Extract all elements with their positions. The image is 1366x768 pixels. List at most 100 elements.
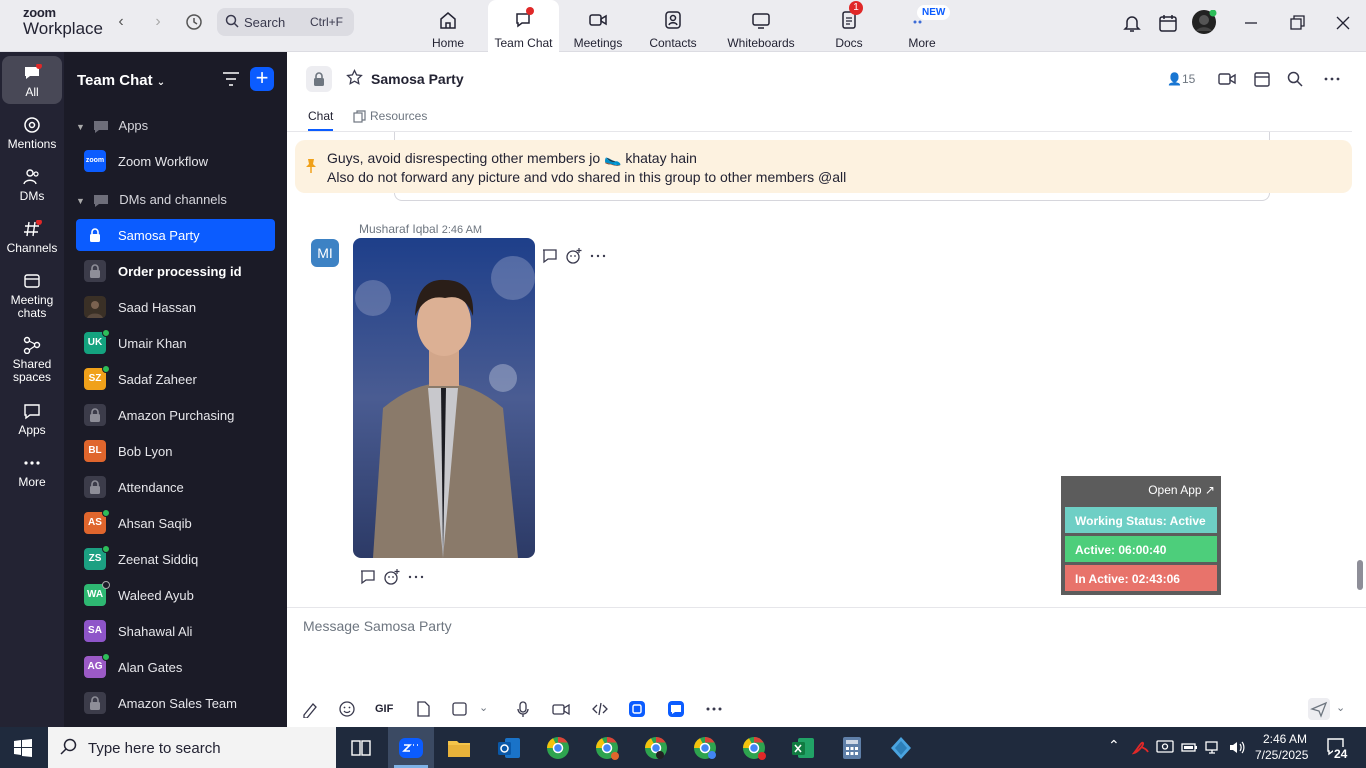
- gif-button[interactable]: GIF: [375, 703, 397, 721]
- avatar[interactable]: MI: [311, 239, 339, 267]
- sidebar-item-zoom-workflow[interactable]: zoom Zoom Workflow: [76, 145, 275, 177]
- sidebar-item-waleed-ayub[interactable]: WA Waleed Ayub: [76, 579, 275, 611]
- zoom-app-icon[interactable]: [398, 735, 424, 761]
- app-icon[interactable]: [888, 735, 914, 761]
- reply-icon[interactable]: [541, 247, 559, 265]
- battery-icon[interactable]: [1180, 738, 1198, 756]
- message-input[interactable]: Message Samosa Party: [303, 618, 452, 634]
- chevron-down-icon[interactable]: ⌄: [1336, 701, 1346, 719]
- calendar-icon[interactable]: [1157, 12, 1179, 34]
- sidebar-item-saad-hassan[interactable]: Saad Hassan: [76, 291, 275, 323]
- code-icon[interactable]: [591, 700, 609, 718]
- rail-all[interactable]: All: [2, 56, 62, 104]
- rail-meeting-chats[interactable]: Meeting chats: [0, 272, 64, 320]
- file-explorer-icon[interactable]: [446, 735, 472, 761]
- more-dots-icon[interactable]: [1323, 70, 1341, 88]
- rail-more[interactable]: More: [0, 454, 64, 489]
- file-icon[interactable]: [414, 700, 432, 718]
- rail-channels[interactable]: Channels: [0, 220, 64, 255]
- channel-title[interactable]: Samosa Party: [371, 71, 464, 87]
- sidebar-item-order-processing[interactable]: Order processing id: [76, 255, 275, 287]
- video-message-icon[interactable]: [552, 700, 570, 718]
- send-icon[interactable]: [1308, 698, 1330, 720]
- tab-team-chat[interactable]: Team Chat: [488, 0, 559, 53]
- tab-whiteboards[interactable]: Whiteboards: [722, 0, 800, 52]
- rail-shared-spaces[interactable]: Shared spaces: [0, 336, 64, 384]
- calendar-icon[interactable]: [1253, 70, 1271, 88]
- section-apps[interactable]: ▼ Apps: [76, 118, 148, 134]
- more-dots-icon[interactable]: [705, 700, 723, 718]
- screen-share-icon[interactable]: [1156, 738, 1174, 756]
- tab-contacts[interactable]: Contacts: [645, 0, 701, 52]
- sidebar-item-attendance[interactable]: Attendance: [76, 471, 275, 503]
- app-icon[interactable]: [667, 700, 685, 718]
- emoji-reaction-icon[interactable]: [383, 568, 401, 586]
- restore-icon[interactable]: [1286, 12, 1308, 34]
- pinned-message[interactable]: Guys, avoid disrespecting other members …: [295, 140, 1352, 193]
- sidebar-item-amazon-purchasing[interactable]: Amazon Purchasing: [76, 399, 275, 431]
- sidebar-item-samosa-party[interactable]: Samosa Party: [76, 219, 275, 251]
- format-icon[interactable]: [301, 700, 319, 718]
- sidebar-item-shahawal-ali[interactable]: SA Shahawal Ali: [76, 615, 275, 647]
- excel-icon[interactable]: [790, 735, 816, 761]
- sidebar-item-alan-gates[interactable]: AG Alan Gates: [76, 651, 275, 683]
- scrollbar-thumb[interactable]: [1357, 560, 1363, 590]
- chrome-icon[interactable]: [692, 735, 718, 761]
- forward-icon[interactable]: ›: [147, 12, 169, 32]
- sidebar-item-ahsan-saqib[interactable]: AS Ahsan Saqib: [76, 507, 275, 539]
- emoji-icon[interactable]: [338, 700, 356, 718]
- chrome-icon[interactable]: [594, 735, 620, 761]
- tab-resources[interactable]: Resources: [353, 109, 427, 123]
- open-app-link[interactable]: Open App ↗: [1148, 483, 1215, 497]
- taskbar-clock[interactable]: 2:46 AM 7/25/2025: [1255, 731, 1308, 763]
- acrobat-icon[interactable]: [1132, 738, 1150, 756]
- star-icon[interactable]: [346, 69, 363, 86]
- more-dots-icon[interactable]: [407, 568, 425, 586]
- calculator-icon[interactable]: [839, 735, 865, 761]
- add-button[interactable]: +: [250, 67, 274, 91]
- tab-more[interactable]: NEW More: [901, 0, 951, 52]
- scrollbar[interactable]: [1353, 132, 1366, 604]
- tab-chat[interactable]: Chat: [308, 109, 334, 131]
- tab-meetings[interactable]: Meetings: [568, 0, 628, 52]
- video-icon[interactable]: [1218, 70, 1236, 88]
- task-view-icon[interactable]: [348, 735, 374, 761]
- rail-mentions[interactable]: Mentions: [0, 116, 64, 151]
- microphone-icon[interactable]: [514, 700, 532, 718]
- message-image[interactable]: [353, 238, 535, 558]
- tab-home[interactable]: Home: [420, 0, 476, 52]
- app-icon[interactable]: [628, 700, 646, 718]
- filter-icon[interactable]: [222, 71, 240, 87]
- chrome-icon[interactable]: [741, 735, 767, 761]
- sidebar-item-amazon-sales-team[interactable]: Amazon Sales Team: [76, 687, 275, 719]
- rail-dms[interactable]: DMs: [0, 168, 64, 203]
- windows-start-icon[interactable]: [14, 739, 32, 757]
- search-input[interactable]: Search Ctrl+F: [217, 8, 354, 36]
- volume-icon[interactable]: [1228, 738, 1246, 756]
- sidebar-title[interactable]: Team Chat ⌄: [77, 72, 165, 89]
- tab-docs[interactable]: 1 Docs: [830, 0, 868, 52]
- taskbar-search-input[interactable]: Type here to search: [48, 727, 336, 768]
- more-dots-icon[interactable]: [589, 247, 607, 265]
- members-count[interactable]: 👤15: [1167, 72, 1195, 86]
- chrome-icon[interactable]: [643, 735, 669, 761]
- bell-icon[interactable]: [1121, 12, 1143, 34]
- section-dms-channels[interactable]: ▼ DMs and channels: [76, 192, 227, 208]
- screenshot-icon[interactable]: [451, 700, 469, 718]
- sidebar-item-bob-lyon[interactable]: BL Bob Lyon: [76, 435, 275, 467]
- back-icon[interactable]: ‹: [110, 12, 132, 32]
- close-icon[interactable]: [1332, 12, 1354, 34]
- sidebar-item-zeenat-siddiq[interactable]: ZS Zeenat Siddiq: [76, 543, 275, 575]
- minimize-icon[interactable]: [1240, 12, 1262, 34]
- chevron-up-icon[interactable]: ⌃: [1108, 737, 1126, 755]
- emoji-reaction-icon[interactable]: [565, 247, 583, 265]
- outlook-icon[interactable]: [496, 735, 522, 761]
- chrome-icon[interactable]: [545, 735, 571, 761]
- avatar[interactable]: [1192, 10, 1217, 35]
- history-icon[interactable]: [183, 12, 205, 32]
- sidebar-item-umair-khan[interactable]: UK Umair Khan: [76, 327, 275, 359]
- rail-apps[interactable]: Apps: [0, 402, 64, 437]
- sidebar-item-sadaf-zaheer[interactable]: SZ Sadaf Zaheer: [76, 363, 275, 395]
- reply-icon[interactable]: [359, 568, 377, 586]
- network-icon[interactable]: [1204, 738, 1222, 756]
